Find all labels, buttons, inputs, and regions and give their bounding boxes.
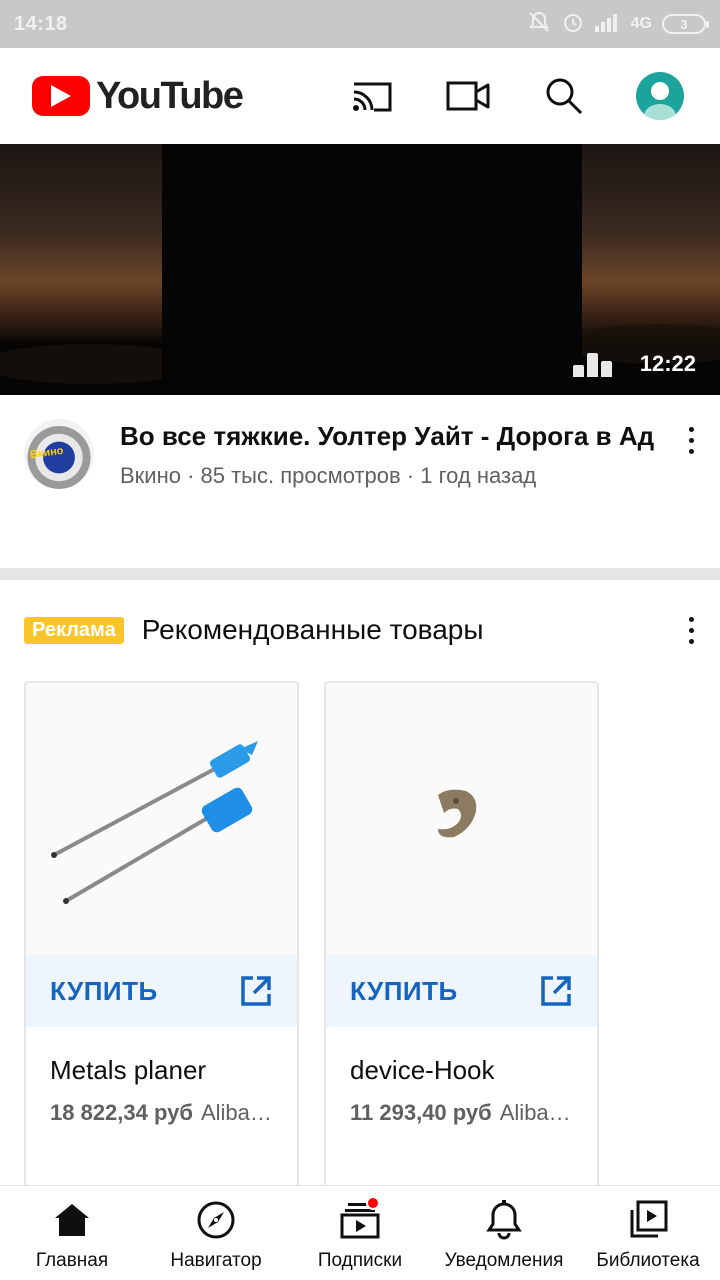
signal-icon	[594, 12, 621, 37]
product-merchant: Alibaba	[200, 1100, 273, 1125]
product-name: device-Hook	[350, 1055, 495, 1085]
buy-label: КУПИТЬ	[50, 975, 158, 1006]
battery-level: 3	[680, 16, 688, 32]
mute-icon	[527, 10, 551, 39]
logo-wordmark: YouTube	[96, 74, 244, 117]
open-external-icon	[241, 976, 271, 1006]
play-logo-icon	[32, 76, 90, 116]
product-price-row: 18 822,34 руб Alibaba	[26, 1086, 297, 1126]
compass-icon	[196, 1200, 236, 1240]
product-card[interactable]: КУПИТЬ Metals planer 18 822,34 руб Aliba…	[24, 681, 299, 1201]
network-type: 4G	[630, 15, 652, 32]
video-text: Во все тяжкие. Уолтер Уайт - Дорога в Ад…	[120, 419, 686, 570]
open-external-icon	[541, 976, 571, 1006]
buy-button[interactable]: КУПИТЬ	[326, 955, 597, 1027]
product-picture	[51, 741, 258, 904]
nav-label: Подписки	[317, 1250, 403, 1271]
nav-label: Библиотека	[596, 1250, 700, 1271]
ad-badge: Реклама	[24, 616, 124, 644]
app-bar: YouTube	[0, 48, 720, 144]
battery-icon: 3	[662, 14, 709, 34]
ad-more-icon[interactable]	[686, 616, 696, 644]
product-card[interactable]: КУПИТЬ device-Hook 11 293,40 руб Alibaba	[324, 681, 599, 1201]
home-icon	[52, 1200, 92, 1240]
create-video-button[interactable]	[440, 68, 496, 124]
subscriptions-icon	[340, 1196, 380, 1240]
app-bar-actions	[304, 68, 688, 124]
nav-label: Главная	[35, 1250, 109, 1271]
nav-explore[interactable]: Навигатор	[144, 1186, 288, 1280]
product-name: Metals planer	[50, 1055, 207, 1085]
cast-button[interactable]	[344, 68, 400, 124]
nav-library[interactable]: Библиотека	[576, 1186, 720, 1280]
search-icon	[546, 78, 583, 115]
product-price: 18 822,34 руб	[50, 1100, 193, 1125]
status-time: 14:18	[14, 12, 68, 35]
section-divider	[0, 568, 720, 580]
video-metadata: Вкино · 85 тыс. просмотров · 1 год назад	[120, 463, 537, 488]
search-button[interactable]	[536, 68, 592, 124]
notification-dot	[366, 1196, 380, 1210]
product-merchant: Alibaba	[499, 1100, 573, 1125]
thumbnail-silhouette	[162, 144, 582, 395]
product-price: 11 293,40 руб	[350, 1100, 492, 1125]
buy-button[interactable]: КУПИТЬ	[26, 955, 297, 1027]
ad-title: Рекомендованные товары	[141, 614, 484, 645]
nav-home[interactable]: Главная	[0, 1186, 144, 1280]
channel-logo-icon: Вкино	[29, 444, 65, 462]
video-more-icon[interactable]	[686, 419, 696, 570]
channel-avatar[interactable]: Вкино	[24, 419, 94, 489]
library-icon	[628, 1200, 668, 1240]
youtube-logo[interactable]: YouTube	[32, 74, 244, 118]
nav-subscriptions[interactable]: Подписки	[288, 1186, 432, 1280]
cast-icon	[353, 82, 392, 112]
video-camera-icon	[446, 81, 490, 111]
video-thumbnail[interactable]: 12:22	[0, 144, 720, 395]
product-picture	[438, 789, 477, 838]
bell-icon	[484, 1200, 524, 1240]
product-price-row: 11 293,40 руб Alibaba	[326, 1086, 597, 1126]
buy-label: КУПИТЬ	[350, 975, 458, 1006]
video-title[interactable]: Во все тяжкие. Уолтер Уайт - Дорога в Ад	[120, 419, 676, 453]
product-image[interactable]	[326, 683, 597, 955]
chart-bars-icon	[573, 353, 612, 377]
nav-label: Навигатор	[170, 1250, 262, 1271]
status-icons: 4G 3	[527, 10, 709, 39]
account-avatar	[636, 72, 684, 120]
person-icon	[644, 82, 676, 120]
screen: 14:18 4G 3 YouTube 12:22 Вкино Во все тя…	[0, 0, 720, 1280]
bottom-navigation: Главная Навигатор Подписки Уведомления Б…	[0, 1185, 720, 1280]
status-bar: 14:18 4G 3	[0, 0, 720, 48]
alarm-icon	[561, 10, 585, 39]
ad-header: Реклама Рекомендованные товары	[24, 610, 696, 650]
nav-label: Уведомления	[444, 1250, 564, 1271]
account-button[interactable]	[632, 68, 688, 124]
product-image[interactable]	[26, 683, 297, 955]
video-duration: 12:22	[639, 351, 696, 376]
video-details[interactable]: Вкино Во все тяжкие. Уолтер Уайт - Дорог…	[0, 395, 720, 570]
nav-notifications[interactable]: Уведомления	[432, 1186, 576, 1280]
